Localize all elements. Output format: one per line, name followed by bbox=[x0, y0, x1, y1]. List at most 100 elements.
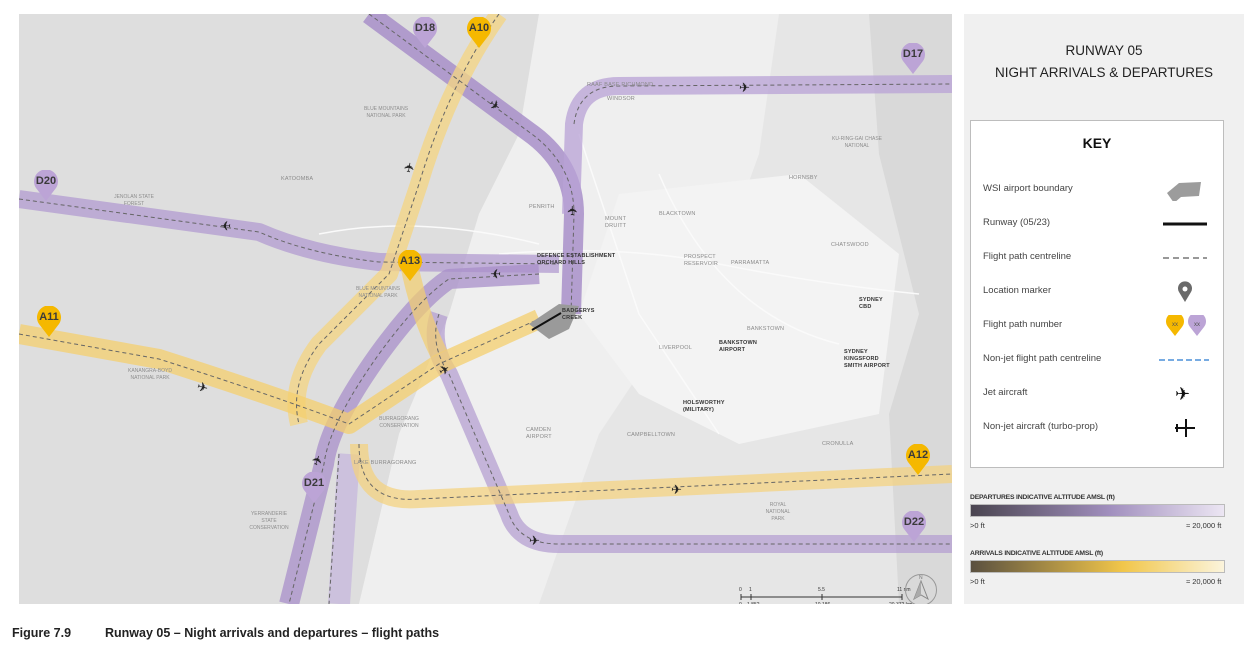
scale-bar-line bbox=[740, 594, 903, 600]
arrivals-scale-low: >0 ft bbox=[970, 577, 985, 586]
marker-sample-text: xx bbox=[1194, 322, 1200, 328]
place-penrith: PENRITH bbox=[529, 204, 555, 210]
scale-tick-km-10-186: 10.186 bbox=[815, 602, 830, 604]
airport-boundary-icon bbox=[1167, 182, 1201, 201]
area-jenolan-state-forest: JENOLAN STATE FOREST bbox=[114, 194, 154, 207]
flight-path-marker-icon: xx xx bbox=[1166, 315, 1206, 336]
place-defence-orchard-hills: DEFENCE ESTABLISHMENT ORCHARD HILLS bbox=[537, 253, 616, 266]
jet-aircraft-icon: ✈ bbox=[490, 266, 501, 281]
flight-path-marker-a10[interactable]: A10 bbox=[466, 17, 492, 49]
panel-title-line2: NIGHT ARRIVALS & DEPARTURES bbox=[994, 65, 1214, 80]
panel-title: RUNWAY 05 NIGHT ARRIVALS & DEPARTURES bbox=[964, 40, 1244, 84]
place-liverpool: LIVERPOOL bbox=[659, 345, 692, 351]
flight-path-marker-d17[interactable]: D17 bbox=[900, 43, 926, 75]
key-row-flight-path-number: Flight path number xx xx bbox=[983, 315, 1213, 337]
key-label: Runway (05/23) bbox=[983, 217, 1051, 228]
location-pin-icon bbox=[1178, 281, 1192, 302]
flight-path-marker-a13[interactable]: A13 bbox=[397, 250, 423, 282]
key-row-location-marker: Location marker bbox=[983, 281, 1213, 303]
area-kanangra-boyd-np: KANANGRA-BOYD NATIONAL PARK bbox=[128, 368, 172, 381]
scale-tick-nm-0: 0 bbox=[739, 587, 742, 593]
scale-tick-nm-1: 1 bbox=[749, 587, 752, 593]
place-parramatta: PARRAMATTA bbox=[731, 260, 770, 266]
area-burragorang-conservation: BURRAGORANG CONSERVATION bbox=[379, 416, 419, 429]
place-lake-burragorang: LAKE BURRAGORANG bbox=[354, 460, 417, 466]
jet-aircraft-icon: ✈ bbox=[220, 218, 231, 233]
place-holsworthy: HOLSWORTHY (MILITARY) bbox=[683, 400, 725, 413]
jet-aircraft-icon: ✈ bbox=[739, 80, 750, 95]
place-mount-druitt: MOUNT DRUITT bbox=[605, 216, 627, 229]
key-row-turboprop: Non-jet aircraft (turbo-prop) bbox=[983, 417, 1213, 439]
marker-sample-text: xx bbox=[1172, 322, 1178, 328]
key-row-airport-boundary: WSI airport boundary bbox=[983, 179, 1213, 201]
area-blue-mountains-np-north: BLUE MOUNTAINS NATIONAL PARK bbox=[363, 106, 409, 119]
departures-scale-low: >0 ft bbox=[970, 521, 985, 530]
key-label: Jet aircraft bbox=[983, 387, 1028, 398]
jet-aircraft-icon: ✈ bbox=[1175, 384, 1190, 404]
place-bankstown: BANKSTOWN bbox=[747, 326, 785, 332]
panel-title-line1: RUNWAY 05 bbox=[1065, 43, 1143, 58]
scale-tick-km-0: 0 bbox=[739, 602, 742, 604]
key-row-centreline: Flight path centreline bbox=[983, 247, 1213, 269]
map-canvas: ✈ ✈ ✈ ✈ ✈ ✈ ✈ ✈ ✈ ✈ ✈ bbox=[19, 14, 952, 604]
arrivals-scale-high: ≈ 20,000 ft bbox=[1186, 577, 1222, 586]
runway-line-icon bbox=[1163, 222, 1207, 226]
figure-number: Figure 7.9 bbox=[12, 626, 72, 640]
key-row-non-jet-centreline: Non-jet flight path centreline bbox=[983, 349, 1213, 371]
scale-tick-nm-5-5: 5.5 bbox=[818, 587, 825, 593]
key-row-runway: Runway (05/23) bbox=[983, 213, 1213, 235]
place-raaf-base-richmond: RAAF BASE RICHMOND bbox=[587, 82, 654, 88]
flight-path-marker-d20[interactable]: D20 bbox=[33, 170, 59, 202]
turboprop-aircraft-icon bbox=[1175, 419, 1195, 437]
place-windsor: WINDSOR bbox=[607, 96, 635, 102]
place-camden-airport: CAMDEN AIRPORT bbox=[526, 427, 552, 440]
jet-aircraft-icon: ✈ bbox=[529, 533, 540, 548]
area-yerranderie: YERRANDERIE STATE CONSERVATION bbox=[249, 511, 289, 531]
place-bankstown-airport: BANKSTOWN AIRPORT bbox=[719, 340, 758, 353]
dashed-blue-line-icon bbox=[1159, 359, 1209, 361]
departures-scale-high: ≈ 20,000 ft bbox=[1186, 521, 1222, 530]
key-label: Location marker bbox=[983, 285, 1052, 296]
departures-altitude-gradient bbox=[970, 504, 1225, 517]
flight-path-marker-d22[interactable]: D22 bbox=[901, 511, 927, 543]
arrivals-altitude-gradient bbox=[970, 560, 1225, 573]
arrivals-scale-title: ARRIVALS INDICATIVE ALTITUDE AMSL (ft) bbox=[970, 550, 1103, 557]
legend-panel: RUNWAY 05 NIGHT ARRIVALS & DEPARTURES KE… bbox=[964, 14, 1244, 604]
key-title: KEY bbox=[1082, 135, 1112, 151]
place-prospect-reservoir: PROSPECT RESERVOIR bbox=[684, 254, 719, 267]
figure-caption: Figure 7.9 Runway 05 – Night arrivals and… bbox=[12, 626, 439, 640]
north-label: N bbox=[919, 575, 923, 581]
flight-path-map[interactable]: ✈ ✈ ✈ ✈ ✈ ✈ ✈ ✈ ✈ ✈ ✈ RAAF BASE RICHMOND… bbox=[19, 14, 952, 604]
flight-path-marker-d21[interactable]: D21 bbox=[301, 472, 327, 504]
place-chatswood: CHATSWOOD bbox=[831, 242, 869, 248]
key-label: Flight path centreline bbox=[983, 251, 1072, 262]
place-campbelltown: CAMPBELLTOWN bbox=[627, 432, 676, 438]
key-row-jet-aircraft: Jet aircraft ✈ bbox=[983, 383, 1213, 405]
key-label: Non-jet flight path centreline bbox=[983, 353, 1102, 364]
path-d21b bbox=[328, 453, 360, 604]
scale-bar: 0 1 5.5 11 nm 0 1.852 10.186 20.372 km bbox=[737, 582, 917, 604]
area-ku-ring-gai: KU-RING-GAI CHASE NATIONAL bbox=[831, 136, 882, 149]
scale-tick-km-1-852: 1.852 bbox=[747, 602, 760, 604]
figure-title: Runway 05 – Night arrivals and departure… bbox=[105, 626, 440, 640]
key-label: WSI airport boundary bbox=[983, 183, 1073, 194]
place-cronulla: CRONULLA bbox=[822, 441, 854, 447]
svg-text:✈: ✈ bbox=[1175, 384, 1190, 404]
north-arrow: N bbox=[905, 574, 937, 604]
key-label: Flight path number bbox=[983, 319, 1063, 330]
place-sydney-cbd: SYDNEY CBD bbox=[859, 297, 883, 310]
departures-scale-title: DEPARTURES INDICATIVE ALTITUDE AMSL (ft) bbox=[970, 494, 1115, 501]
jet-aircraft-icon: ✈ bbox=[671, 482, 682, 497]
flight-path-marker-a12[interactable]: A12 bbox=[905, 444, 931, 476]
flight-path-marker-a11[interactable]: A11 bbox=[36, 306, 62, 338]
key-box: KEY WSI airport boundary Runway (05/23) … bbox=[970, 120, 1224, 468]
flight-path-marker-d18[interactable]: D18 bbox=[412, 17, 438, 49]
place-hornsby: HORNSBY bbox=[789, 175, 818, 181]
area-royal-national-park: ROYAL NATIONAL PARK bbox=[765, 502, 791, 522]
place-blacktown: BLACKTOWN bbox=[659, 211, 696, 217]
key-label: Non-jet aircraft (turbo-prop) bbox=[983, 421, 1099, 432]
dashed-grey-line-icon bbox=[1163, 257, 1207, 259]
place-sydney-kingsford-smith-airport: SYDNEY KINGSFORD SMITH AIRPORT bbox=[844, 349, 890, 369]
jet-aircraft-icon: ✈ bbox=[565, 205, 580, 216]
place-badgerys-creek: BADGERYS CREEK bbox=[562, 308, 595, 321]
